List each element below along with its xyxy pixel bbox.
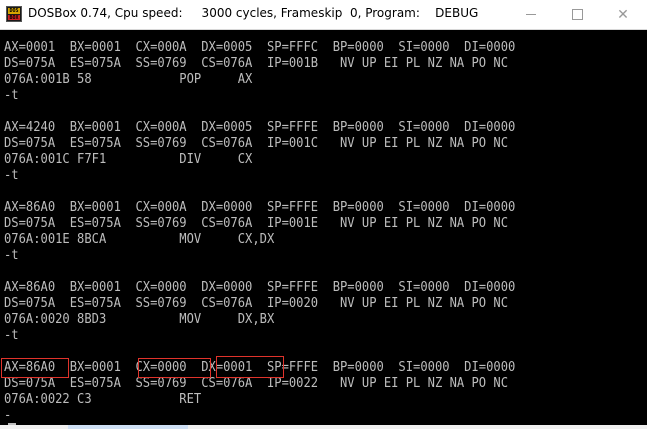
highlight-cx-box <box>138 358 211 378</box>
console-line: DS=075A ES=075A SS=0769 CS=076A IP=0020 … <box>4 296 509 311</box>
console-line: AX=4240 BX=0001 CX=000A DX=0005 SP=FFFE … <box>4 120 516 135</box>
console-line: 076A:0022 C3 RET <box>4 392 202 407</box>
minimize-icon <box>526 14 536 15</box>
console-line: DS=075A ES=075A SS=0769 CS=076A IP=001B … <box>4 56 509 71</box>
console-line: AX=0001 BX=0001 CX=000A DX=0005 SP=FFFC … <box>4 40 516 55</box>
highlight-dx-box <box>216 356 284 378</box>
console-line: DS=075A ES=075A SS=0769 CS=076A IP=001E … <box>4 216 509 231</box>
title-bar[interactable]: DOS BOX DOSBox 0.74, Cpu speed: 3000 cyc… <box>0 0 647 30</box>
console-line: AX=86A0 BX=0001 CX=0000 DX=0000 SP=FFFE … <box>4 280 516 295</box>
console-line: DS=075A ES=075A SS=0769 CS=076A IP=0022 … <box>4 376 509 391</box>
console-line: -t <box>4 168 19 183</box>
console-line: AX=86A0 BX=0001 CX=000A DX=0000 SP=FFFE … <box>4 200 516 215</box>
console-line: 076A:001C F7F1 DIV CX <box>4 152 253 167</box>
highlight-ax-box <box>1 358 69 378</box>
maximize-button[interactable] <box>554 0 600 29</box>
console-line: 076A:001B 58 POP AX <box>4 72 253 87</box>
console-line: - <box>4 408 12 423</box>
icon-label-bottom: BOX <box>9 15 19 21</box>
maximize-icon <box>571 9 583 20</box>
console-line: DS=075A ES=075A SS=0769 CS=076A IP=001C … <box>4 136 509 151</box>
dosbox-window: DOS BOX DOSBox 0.74, Cpu speed: 3000 cyc… <box>0 0 647 429</box>
console-line: 076A:0020 8BD3 MOV DX,BX <box>4 312 275 327</box>
console-line: -t <box>4 248 19 263</box>
close-icon: ✕ <box>617 6 629 23</box>
dos-console[interactable]: AX=0001 BX=0001 CX=000A DX=0005 SP=FFFC … <box>0 30 647 429</box>
window-bottom-edge <box>0 425 647 429</box>
console-line: -t <box>4 328 19 343</box>
close-button[interactable]: ✕ <box>600 0 646 29</box>
console-line: 076A:001E 8BCA MOV CX,DX <box>4 232 275 247</box>
console-line: -t <box>4 88 19 103</box>
edge-accent <box>68 425 188 429</box>
window-title: DOSBox 0.74, Cpu speed: 3000 cycles, Fra… <box>28 6 479 20</box>
minimize-button[interactable] <box>508 0 554 29</box>
dosbox-app-icon[interactable]: DOS BOX <box>6 6 22 22</box>
icon-label-top: DOS <box>9 8 19 14</box>
